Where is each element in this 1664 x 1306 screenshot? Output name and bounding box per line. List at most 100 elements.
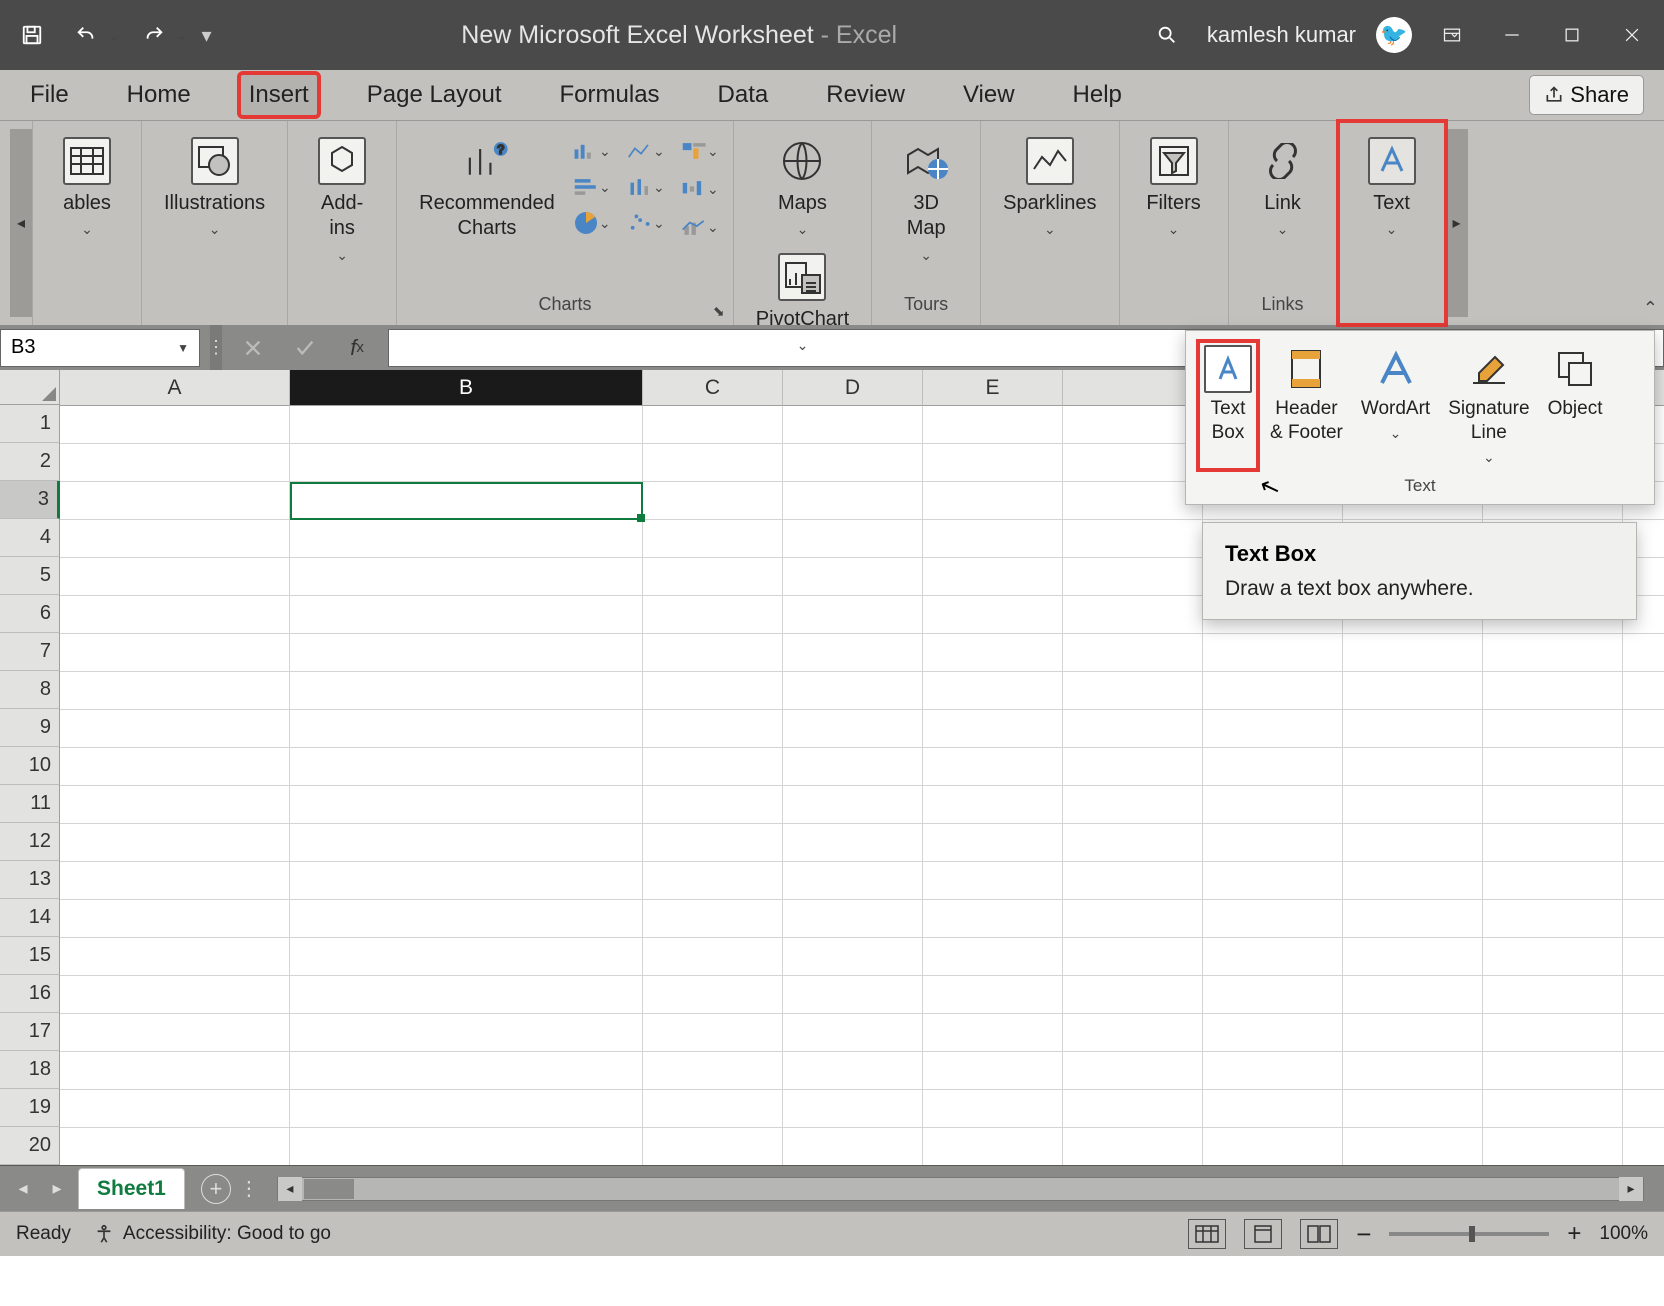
cell[interactable] <box>1623 862 1664 900</box>
waterfall-chart-icon[interactable]: ⌄ <box>681 175 719 203</box>
row-header[interactable]: 2 <box>0 443 60 481</box>
cell[interactable] <box>783 824 923 862</box>
cell[interactable] <box>290 862 643 900</box>
cell[interactable] <box>1063 1052 1203 1090</box>
cell[interactable] <box>1483 1014 1623 1052</box>
cell[interactable] <box>643 748 783 786</box>
cell[interactable] <box>1203 634 1343 672</box>
cell[interactable] <box>60 976 290 1014</box>
row-header[interactable]: 18 <box>0 1051 60 1089</box>
signature-line-button[interactable]: Signature Line⌄ <box>1442 341 1535 470</box>
cell[interactable] <box>923 900 1063 938</box>
bar-chart-icon[interactable]: ⌄ <box>573 173 611 201</box>
tab-data[interactable]: Data <box>708 73 779 117</box>
cell[interactable] <box>1483 900 1623 938</box>
cell[interactable] <box>1483 786 1623 824</box>
cell[interactable] <box>643 406 783 444</box>
cell[interactable] <box>60 520 290 558</box>
cell[interactable] <box>1343 824 1483 862</box>
cell[interactable] <box>290 976 643 1014</box>
cell[interactable] <box>1063 824 1203 862</box>
row-header[interactable]: 8 <box>0 671 60 709</box>
cell[interactable] <box>60 710 290 748</box>
cell[interactable] <box>643 482 783 520</box>
cell[interactable] <box>1343 710 1483 748</box>
column-chart-icon[interactable]: ⌄ <box>573 137 611 165</box>
stat-chart-icon[interactable]: ⌄ <box>627 173 665 201</box>
hierarchy-chart-icon[interactable]: ⌄ <box>681 137 719 165</box>
zoom-level[interactable]: 100% <box>1599 1223 1648 1245</box>
minimize-button[interactable] <box>1492 15 1532 55</box>
cancel-formula-icon[interactable] <box>232 329 274 367</box>
formula-bar-separator[interactable]: ⋮ <box>210 325 222 370</box>
cell[interactable] <box>1483 1052 1623 1090</box>
cell[interactable] <box>643 672 783 710</box>
ribbon-scroll-left[interactable]: ◂ <box>10 129 32 317</box>
cell[interactable] <box>60 1052 290 1090</box>
cell[interactable] <box>1203 1052 1343 1090</box>
cell[interactable] <box>783 482 923 520</box>
cell[interactable] <box>1483 938 1623 976</box>
cell[interactable] <box>923 1128 1063 1166</box>
cell[interactable] <box>1483 976 1623 1014</box>
cell[interactable] <box>1623 1052 1664 1090</box>
cell[interactable] <box>923 672 1063 710</box>
cell[interactable] <box>290 1090 643 1128</box>
search-icon[interactable] <box>1147 15 1187 55</box>
cell[interactable] <box>923 558 1063 596</box>
cell[interactable] <box>1203 1014 1343 1052</box>
tab-home[interactable]: Home <box>117 73 201 117</box>
cell[interactable] <box>1203 672 1343 710</box>
cell[interactable] <box>1343 938 1483 976</box>
cell[interactable] <box>783 596 923 634</box>
tables-button[interactable]: ables⌄ <box>47 131 127 247</box>
cell[interactable] <box>1063 634 1203 672</box>
cell[interactable] <box>923 862 1063 900</box>
line-chart-icon[interactable]: ⌄ <box>627 137 665 165</box>
account-avatar-icon[interactable]: 🐦 <box>1376 17 1412 53</box>
cell[interactable] <box>60 482 290 520</box>
cell[interactable] <box>1203 824 1343 862</box>
cell[interactable] <box>60 444 290 482</box>
cell[interactable] <box>60 634 290 672</box>
name-box[interactable]: B3▼ <box>0 329 200 367</box>
cell[interactable] <box>1343 1128 1483 1166</box>
cell[interactable] <box>1343 900 1483 938</box>
cell[interactable] <box>643 786 783 824</box>
cell[interactable] <box>643 976 783 1014</box>
row-header[interactable]: 17 <box>0 1013 60 1051</box>
fx-icon[interactable]: fx <box>336 329 378 367</box>
cell[interactable] <box>783 406 923 444</box>
text-box-button[interactable]: Text Box <box>1198 341 1258 470</box>
cell[interactable] <box>783 862 923 900</box>
column-header[interactable]: A <box>60 370 290 406</box>
cell[interactable] <box>1203 710 1343 748</box>
cell[interactable] <box>783 520 923 558</box>
cell[interactable] <box>60 862 290 900</box>
chevron-down-icon[interactable]: ⌄ <box>108 27 120 44</box>
new-sheet-button[interactable]: + <box>201 1174 231 1204</box>
cell[interactable] <box>1063 520 1203 558</box>
cell[interactable] <box>643 444 783 482</box>
cell[interactable] <box>290 558 643 596</box>
cell[interactable] <box>1483 1090 1623 1128</box>
cell[interactable] <box>60 900 290 938</box>
cell[interactable] <box>1063 1090 1203 1128</box>
horizontal-scrollbar[interactable]: ◂ ▸ <box>277 1177 1644 1201</box>
object-button[interactable]: Object <box>1542 341 1609 470</box>
cell[interactable] <box>290 824 643 862</box>
cell[interactable] <box>1623 710 1664 748</box>
cell[interactable] <box>1343 862 1483 900</box>
cell[interactable] <box>1063 672 1203 710</box>
cell[interactable] <box>1623 748 1664 786</box>
header-footer-button[interactable]: Header & Footer <box>1264 341 1349 470</box>
cell[interactable] <box>783 786 923 824</box>
cell[interactable] <box>923 938 1063 976</box>
account-name[interactable]: kamlesh kumar <box>1207 22 1356 48</box>
cell[interactable] <box>643 862 783 900</box>
row-header[interactable]: 10 <box>0 747 60 785</box>
row-header[interactable]: 1 <box>0 405 60 443</box>
cell[interactable] <box>1203 786 1343 824</box>
cell[interactable] <box>923 824 1063 862</box>
cell[interactable] <box>923 444 1063 482</box>
